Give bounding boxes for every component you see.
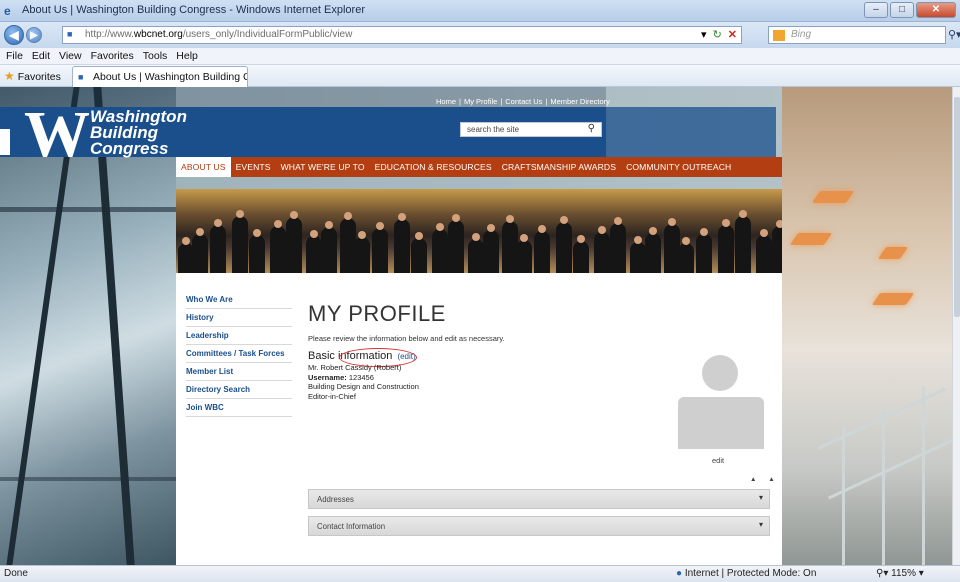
menu-bar: File Edit View Favorites Tools Help <box>0 48 960 65</box>
status-bar: Done ● Internet | Protected Mode: On ⚲▾ … <box>0 565 960 582</box>
edit-avatar-link[interactable]: edit <box>712 456 724 465</box>
member-position: Editor-in-Chief <box>308 391 356 401</box>
close-window-button[interactable]: ✕ <box>916 2 956 18</box>
tab-page-icon: ■ <box>78 72 84 82</box>
wbc-logo-text[interactable]: Washington Building Congress <box>90 108 187 157</box>
bing-icon <box>773 30 785 41</box>
site-search-input[interactable]: search the site ⚲ <box>460 122 602 137</box>
star-icon: ★ <box>4 69 15 83</box>
status-text: Done <box>4 568 28 579</box>
forward-button[interactable]: ▶ <box>26 27 42 43</box>
sidebar-item-committees[interactable]: Committees / Task Forces <box>186 345 292 363</box>
page-icon: ■ <box>67 29 73 39</box>
page-scrollbar[interactable] <box>952 87 960 565</box>
globe-icon: ● <box>676 568 683 579</box>
username-value: 123456 <box>348 372 374 382</box>
link-member-directory[interactable]: Member Directory <box>550 97 610 106</box>
background-photo-right <box>782 87 952 565</box>
browser-search-input[interactable]: Bing <box>768 26 946 44</box>
member-name: Mr. Robert Cassidy (Robert) <box>308 363 402 372</box>
menu-tools[interactable]: Tools <box>143 48 168 64</box>
accordion-contact-information[interactable]: Contact Information ▾ <box>308 516 770 536</box>
maximize-button[interactable]: □ <box>890 2 914 18</box>
menu-view[interactable]: View <box>59 48 82 64</box>
favorites-bar: ★ Favorites ■ About Us | Washington Buil… <box>0 65 960 87</box>
main-nav: ABOUT US EVENTS WHAT WE'RE UP TO EDUCATI… <box>176 157 782 177</box>
menu-file[interactable]: File <box>6 48 23 64</box>
sidebar-item-history[interactable]: History <box>186 309 292 327</box>
page-title: MY PROFILE <box>308 301 446 326</box>
dropdown-icon[interactable]: ▾ <box>701 28 707 41</box>
stop-icon[interactable]: ✕ <box>728 28 737 41</box>
chevron-down-icon: ▾ <box>758 520 763 529</box>
sidebar-item-leadership[interactable]: Leadership <box>186 327 292 345</box>
menu-favorites[interactable]: Favorites <box>91 48 134 64</box>
window-controls: – □ ✕ <box>864 2 956 18</box>
link-my-profile[interactable]: My Profile <box>464 97 497 106</box>
expand-collapse-controls[interactable]: ▲ ▲ <box>750 476 780 483</box>
nav-what-were-up-to[interactable]: WHAT WE'RE UP TO <box>276 162 370 172</box>
basic-info-details: Mr. Robert Cassidy (Robert) Username: 12… <box>308 363 419 401</box>
sidebar-item-member-list[interactable]: Member List <box>186 363 292 381</box>
utility-links: Home | My Profile | Contact Us | Member Direct… <box>436 97 610 106</box>
menu-help[interactable]: Help <box>176 48 198 64</box>
member-company: Building Design and Construction <box>308 382 419 391</box>
intro-text: Please review the information below and … <box>308 334 505 343</box>
browser-tab[interactable]: ■ About Us | Washington Building Cong... <box>72 66 248 87</box>
back-button[interactable]: ◀ <box>4 25 24 45</box>
minimize-button[interactable]: – <box>864 2 888 18</box>
ie-logo-icon: e <box>4 4 11 18</box>
search-placeholder: Bing <box>791 29 812 40</box>
chevron-down-icon: ▾ <box>758 493 763 502</box>
wbc-logo-mark[interactable]: W <box>24 102 90 168</box>
address-bar[interactable]: ■ http://www.wbcnet.org/users_only/Indiv… <box>62 26 742 44</box>
nav-education-resources[interactable]: EDUCATION & RESOURCES <box>370 162 497 172</box>
sidebar-item-directory-search[interactable]: Directory Search <box>186 381 292 399</box>
logo-pillar <box>0 129 10 155</box>
search-icon[interactable]: ⚲ <box>588 123 595 134</box>
side-nav: Who We Are History Leadership Committees… <box>186 291 292 417</box>
refresh-icon[interactable]: ↻ <box>713 28 722 41</box>
event-banner-photo <box>176 189 782 273</box>
accordion-addresses[interactable]: Addresses ▾ <box>308 489 770 509</box>
window-title: About Us | Washington Building Congress … <box>22 4 365 16</box>
sidebar-item-join-wbc[interactable]: Join WBC <box>186 399 292 417</box>
address-toolbar: ◀ ▶ ■ http://www.wbcnet.org/users_only/I… <box>0 22 960 48</box>
nav-craftsmanship-awards[interactable]: CRAFTSMANSHIP AWARDS <box>497 162 621 172</box>
menu-edit[interactable]: Edit <box>32 48 50 64</box>
tab-title: About Us | Washington Building Cong... <box>93 71 247 83</box>
nav-events[interactable]: EVENTS <box>231 162 276 172</box>
window-titlebar: e About Us | Washington Building Congres… <box>0 0 960 22</box>
link-home[interactable]: Home <box>436 97 456 106</box>
page-viewport: W Washington Building Congress Home | My P… <box>0 87 952 565</box>
username-label: Username: <box>308 372 347 382</box>
zoom-level[interactable]: ⚲▾ 115% ▾ <box>876 568 924 579</box>
search-go-icon[interactable]: ⚲▾ <box>948 28 960 41</box>
sidebar-item-who-we-are[interactable]: Who We Are <box>186 291 292 309</box>
nav-community-outreach[interactable]: COMMUNITY OUTREACH <box>621 162 736 172</box>
content-panel: Who We Are History Leadership Committees… <box>176 273 782 565</box>
site-header: W Washington Building Congress Home | My P… <box>0 87 776 168</box>
avatar <box>672 355 764 451</box>
nav-about-us[interactable]: ABOUT US <box>176 157 231 177</box>
favorites-button[interactable]: ★ Favorites <box>4 69 61 83</box>
url-text: http://www.wbcnet.org/users_only/Individ… <box>85 29 353 40</box>
security-zone[interactable]: ● Internet | Protected Mode: On <box>676 568 816 579</box>
link-contact-us[interactable]: Contact Us <box>505 97 542 106</box>
scrollbar-thumb[interactable] <box>954 97 960 317</box>
